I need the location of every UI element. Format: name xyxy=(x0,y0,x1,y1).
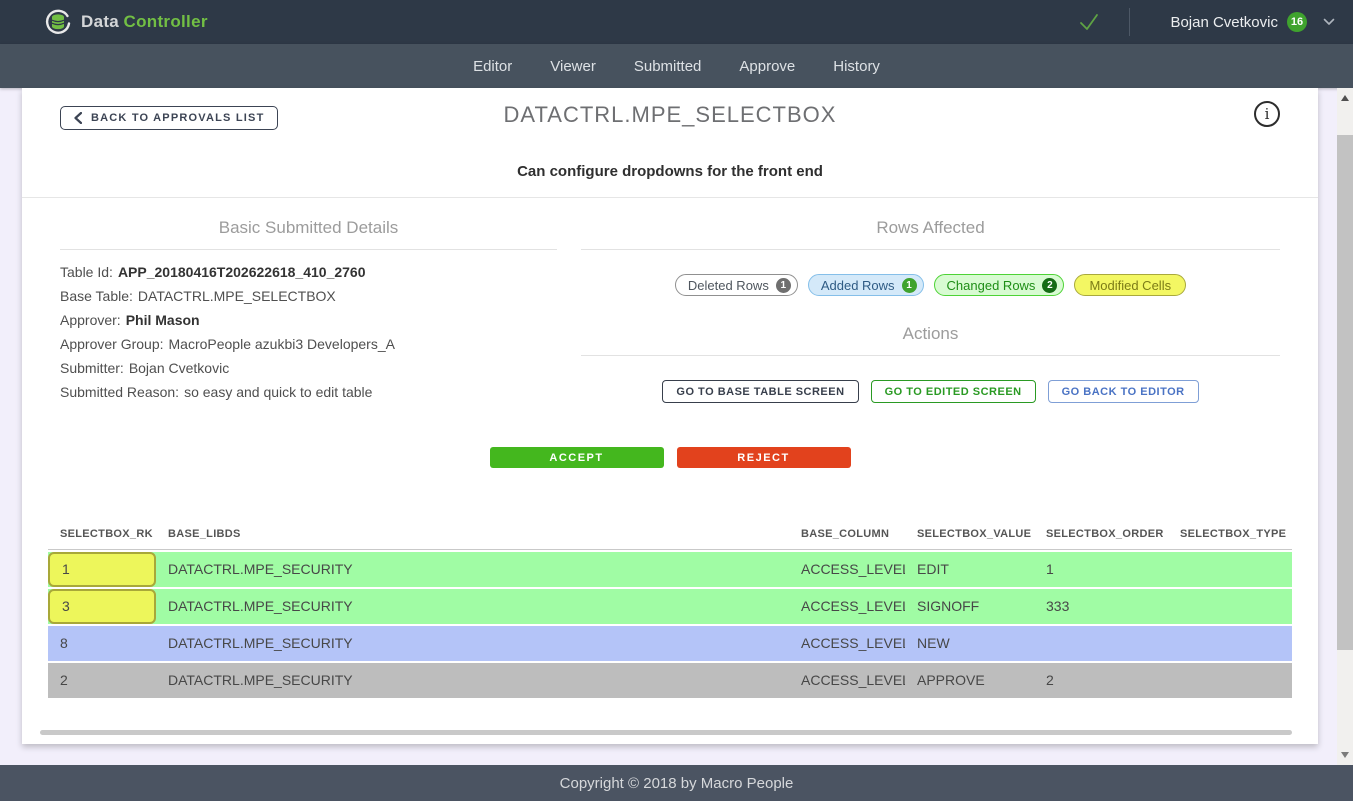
cell-selectbox-order xyxy=(1034,626,1168,661)
cell-selectbox-order: 333 xyxy=(1034,589,1168,624)
col-selectbox-order: SELECTBOX_ORDER xyxy=(1034,528,1168,540)
tab-history[interactable]: History xyxy=(833,58,880,75)
actions-heading: Actions xyxy=(581,324,1280,344)
header-divider xyxy=(1129,8,1130,36)
vertical-scrollbar[interactable] xyxy=(1337,88,1353,765)
cell-base-libds: DATACTRL.MPE_SECURITY xyxy=(156,626,789,661)
cell-selectbox-rk: 2 xyxy=(48,663,156,698)
go-back-to-editor-button[interactable]: GO BACK TO EDITOR xyxy=(1048,380,1199,403)
cell-selectbox-value: EDIT xyxy=(905,552,1034,587)
back-button-label: BACK TO APPROVALS LIST xyxy=(91,112,264,124)
col-selectbox-value: SELECTBOX_VALUE xyxy=(905,528,1034,540)
scroll-up-arrow-icon[interactable] xyxy=(1341,95,1349,101)
rows-affected-section: Rows Affected Deleted Rows 1 Added Rows … xyxy=(581,218,1280,404)
tab-editor[interactable]: Editor xyxy=(473,58,512,75)
scrollbar-thumb[interactable] xyxy=(1337,135,1353,650)
cell-selectbox-value: NEW xyxy=(905,626,1034,661)
details-section: Basic Submitted Details Table Id:APP_201… xyxy=(22,197,1318,404)
cell-base-column: ACCESS_LEVEL xyxy=(789,589,905,624)
col-selectbox-rk: SELECTBOX_RK xyxy=(48,528,156,540)
detail-submitted-reason: Submitted Reason:so easy and quick to ed… xyxy=(60,380,557,404)
cell-base-column: ACCESS_LEVEL xyxy=(789,663,905,698)
cell-selectbox-type xyxy=(1168,663,1292,698)
app-footer: Copyright © 2018 by Macro People xyxy=(0,765,1353,801)
detail-approver-group: Approver Group:MacroPeople azukbi3 Devel… xyxy=(60,332,557,356)
table-description: Can configure dropdowns for the front en… xyxy=(22,163,1318,180)
chip-deleted-rows[interactable]: Deleted Rows 1 xyxy=(675,274,798,296)
cell-selectbox-type xyxy=(1168,552,1292,587)
reject-button[interactable]: REJECT xyxy=(677,447,851,468)
table-row[interactable]: 3 DATACTRL.MPE_SECURITY ACCESS_LEVEL SIG… xyxy=(48,589,1292,624)
cell-selectbox-rk: 8 xyxy=(48,626,156,661)
accept-button[interactable]: ACCEPT xyxy=(490,447,664,468)
grid-header-row: SELECTBOX_RK BASE_LIBDS BASE_COLUMN SELE… xyxy=(48,528,1292,550)
col-base-column: BASE_COLUMN xyxy=(789,528,905,540)
chip-changed-rows[interactable]: Changed Rows 2 xyxy=(934,274,1065,296)
col-selectbox-type: SELECTBOX_TYPE xyxy=(1168,528,1292,540)
cell-selectbox-rk[interactable]: 1 xyxy=(48,552,156,587)
info-icon[interactable]: i xyxy=(1254,101,1280,127)
cell-base-column: ACCESS_LEVEL xyxy=(789,552,905,587)
cell-selectbox-order: 1 xyxy=(1034,552,1168,587)
user-area: Bojan Cvetkovic 16 xyxy=(1077,8,1335,36)
deleted-rows-count: 1 xyxy=(776,278,791,293)
actions-divider xyxy=(581,355,1280,356)
decision-buttons: ACCEPT REJECT xyxy=(22,447,1318,468)
detail-base-table: Base Table:DATACTRL.MPE_SELECTBOX xyxy=(60,284,557,308)
chevron-left-icon xyxy=(74,112,82,124)
app-logo: Data Controller xyxy=(44,8,208,36)
content-area: BACK TO APPROVALS LIST DATACTRL.MPE_SELE… xyxy=(0,88,1353,765)
database-logo-icon xyxy=(44,8,72,36)
cell-selectbox-type xyxy=(1168,589,1292,624)
col-base-libds: BASE_LIBDS xyxy=(156,528,789,540)
go-to-edited-screen-button[interactable]: GO TO EDITED SCREEN xyxy=(871,380,1036,403)
page: Data Controller Bojan Cvetkovic 16 Edito… xyxy=(0,0,1353,801)
card-topbar: BACK TO APPROVALS LIST DATACTRL.MPE_SELE… xyxy=(60,106,1280,130)
cell-selectbox-value: SIGNOFF xyxy=(905,589,1034,624)
action-buttons: GO TO BASE TABLE SCREEN GO TO EDITED SCR… xyxy=(581,380,1280,403)
changed-rows-count: 2 xyxy=(1042,278,1057,293)
logo-word-data: Data xyxy=(81,12,119,31)
horizontal-scrollbar[interactable] xyxy=(40,730,1292,735)
user-name[interactable]: Bojan Cvetkovic xyxy=(1170,14,1278,31)
back-to-approvals-button[interactable]: BACK TO APPROVALS LIST xyxy=(60,106,278,130)
copyright-text: Copyright © 2018 by Macro People xyxy=(560,775,794,792)
table-row[interactable]: 2 DATACTRL.MPE_SECURITY ACCESS_LEVEL APP… xyxy=(48,663,1292,698)
detail-approver: Approver:Phil Mason xyxy=(60,308,557,332)
go-to-base-table-button[interactable]: GO TO BASE TABLE SCREEN xyxy=(662,380,858,403)
chip-added-rows[interactable]: Added Rows 1 xyxy=(808,274,924,296)
detail-submitter: Submitter:Bojan Cvetkovic xyxy=(60,356,557,380)
cell-selectbox-order: 2 xyxy=(1034,663,1168,698)
check-icon xyxy=(1077,10,1101,34)
main-nav: Editor Viewer Submitted Approve History xyxy=(0,44,1353,88)
rows-affected-heading: Rows Affected xyxy=(581,218,1280,238)
cell-base-libds: DATACTRL.MPE_SECURITY xyxy=(156,589,789,624)
tab-submitted[interactable]: Submitted xyxy=(634,58,702,75)
details-heading: Basic Submitted Details xyxy=(60,218,557,238)
notification-badge[interactable]: 16 xyxy=(1287,12,1307,32)
cell-selectbox-value: APPROVE xyxy=(905,663,1034,698)
cell-base-libds: DATACTRL.MPE_SECURITY xyxy=(156,663,789,698)
detail-table-id: Table Id:APP_20180416T202622618_410_2760 xyxy=(60,260,557,284)
cell-selectbox-type xyxy=(1168,626,1292,661)
cell-base-libds: DATACTRL.MPE_SECURITY xyxy=(156,552,789,587)
cell-selectbox-rk[interactable]: 3 xyxy=(48,589,156,624)
added-rows-count: 1 xyxy=(902,278,917,293)
scroll-down-arrow-icon[interactable] xyxy=(1341,752,1349,758)
table-row[interactable]: 8 DATACTRL.MPE_SECURITY ACCESS_LEVEL NEW xyxy=(48,626,1292,661)
chevron-down-icon[interactable] xyxy=(1323,18,1335,26)
basic-submitted-details: Basic Submitted Details Table Id:APP_201… xyxy=(60,218,557,404)
logo-word-controller: Controller xyxy=(124,12,208,31)
tab-viewer[interactable]: Viewer xyxy=(550,58,596,75)
app-header: Data Controller Bojan Cvetkovic 16 xyxy=(0,0,1353,44)
table-row[interactable]: 1 DATACTRL.MPE_SECURITY ACCESS_LEVEL EDI… xyxy=(48,552,1292,587)
rows-affected-chips: Deleted Rows 1 Added Rows 1 Changed Rows… xyxy=(581,274,1280,296)
chip-modified-cells[interactable]: Modified Cells xyxy=(1074,274,1186,296)
approval-card: BACK TO APPROVALS LIST DATACTRL.MPE_SELE… xyxy=(22,88,1318,744)
cell-base-column: ACCESS_LEVEL xyxy=(789,626,905,661)
rows-affected-divider xyxy=(581,249,1280,250)
tab-approve[interactable]: Approve xyxy=(739,58,795,75)
